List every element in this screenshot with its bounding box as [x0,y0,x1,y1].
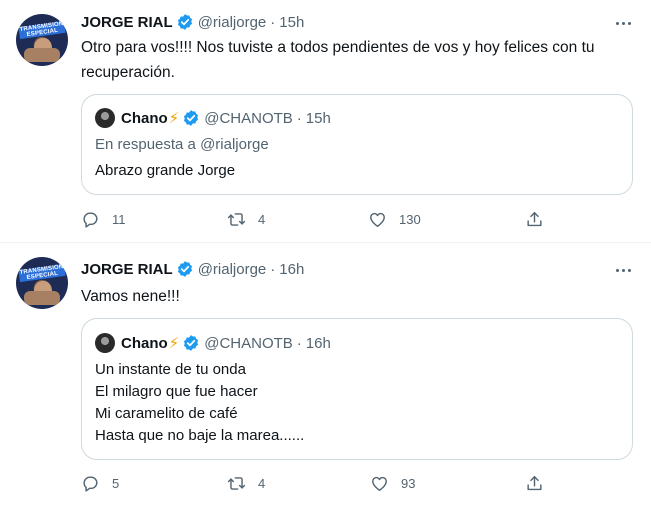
quoted-tweet[interactable]: Chano ⚡ @CHANOTB · 15h En respuesta a @r… [81,94,633,195]
reply-button[interactable]: 5 [81,472,119,494]
separator-dot: · [270,260,276,278]
reply-icon [83,211,98,228]
author-name[interactable]: JORGE RIAL [81,14,173,31]
share-icon [527,475,542,490]
like-count: 93 [401,475,416,491]
quoted-text-line: Un instante de tu onda [95,361,246,378]
quoted-text-line: Abrazo grande Jorge [95,162,236,179]
quoted-author-handle: @CHANOTB [204,334,293,352]
quoted-tweet[interactable]: Chano ⚡ @CHANOTB · 16h Un instante de tu… [81,318,633,460]
tweet-text: Otro para vos!!!! Nos tuviste a todos pe… [81,35,636,85]
retweet-icon [227,476,246,490]
quoted-text-line: El milagro que fue hacer [95,383,258,400]
author-handle[interactable]: @rialjorge [198,261,267,278]
avatar-hands [24,291,60,305]
tweet-timestamp[interactable]: 16h [279,261,304,278]
verified-badge-icon [184,335,199,351]
verified-badge-icon [177,261,192,277]
share-button[interactable] [525,472,544,494]
quoted-tweet-header: Chano ⚡ @CHANOTB · 15h [95,108,331,128]
reply-prefix: En respuesta a [95,136,196,153]
quoted-tweet-header: Chano ⚡ @CHANOTB · 16h [95,333,331,353]
separator-dot: · [296,334,302,352]
tweet[interactable]: TRANSMISION ESPECIAL JORGE RIAL @rialjor… [0,0,651,242]
avatar-hands [24,48,60,62]
share-icon [527,211,542,226]
tweet-actions: 5 4 93 [0,472,651,494]
author-handle[interactable]: @rialjorge [198,14,267,31]
retweet-button[interactable]: 4 [227,208,265,230]
quoted-tweet-text: Un instante de tu onda El milagro que fu… [95,359,615,447]
quoted-text-line: Mi caramelito de café [95,405,238,422]
tweet-text-line: Otro para vos!!!! Nos tuviste a todos pe… [81,39,595,56]
tweet-header: JORGE RIAL @rialjorge · 16h [81,259,304,279]
lightning-emoji-icon: ⚡ [168,335,180,352]
in-reply-to: En respuesta a @rialjorge [95,136,269,153]
avatar-band-text: TRANSMISION ESPECIAL [18,263,66,283]
reply-icon [83,475,98,492]
separator-dot: · [270,13,276,31]
tweet[interactable]: TRANSMISION ESPECIAL JORGE RIAL @rialjor… [0,243,651,508]
more-options-button[interactable] [613,13,633,33]
retweet-count: 4 [258,475,266,491]
reply-count: 5 [112,475,120,491]
author-avatar[interactable]: TRANSMISION ESPECIAL [16,14,68,66]
more-options-button[interactable] [613,260,633,280]
quoted-author-name: Chano [121,334,168,352]
avatar-band-text: TRANSMISION ESPECIAL [18,20,66,40]
verified-badge-icon [184,110,199,126]
quoted-author-handle: @CHANOTB [204,109,293,127]
heart-icon [370,212,385,227]
retweet-button[interactable]: 4 [227,472,265,494]
author-avatar[interactable]: TRANSMISION ESPECIAL [16,257,68,309]
like-button[interactable]: 130 [368,208,421,230]
reply-button[interactable]: 11 [81,208,126,230]
tweet-timestamp[interactable]: 15h [279,14,304,31]
quoted-author-avatar [95,333,115,353]
heart-icon [372,476,387,491]
reply-count: 11 [112,211,126,227]
quoted-tweet-timestamp: 15h [305,109,331,127]
quoted-author-name: Chano [121,109,168,127]
quoted-tweet-timestamp: 16h [305,334,331,352]
like-count: 130 [399,211,421,227]
retweet-icon [227,212,246,226]
lightning-emoji-icon: ⚡ [168,110,180,127]
retweet-count: 4 [258,211,266,227]
tweet-text-line: Vamos nene!!! [81,288,180,305]
like-button[interactable]: 93 [370,472,415,494]
separator-dot: · [296,109,302,127]
verified-badge-icon [177,14,192,30]
author-name[interactable]: JORGE RIAL [81,261,173,278]
quoted-text-line: Hasta que no baje la marea...... [95,427,305,444]
tweet-actions: 11 4 130 [0,208,651,230]
reply-mention: @rialjorge [200,136,269,153]
tweet-text-line: recuperación. [81,64,175,81]
quoted-author-avatar [95,108,115,128]
tweet-text: Vamos nene!!! [81,284,636,309]
tweet-header: JORGE RIAL @rialjorge · 15h [81,12,304,32]
share-button[interactable] [525,208,544,230]
quoted-tweet-text: Abrazo grande Jorge [95,160,615,182]
